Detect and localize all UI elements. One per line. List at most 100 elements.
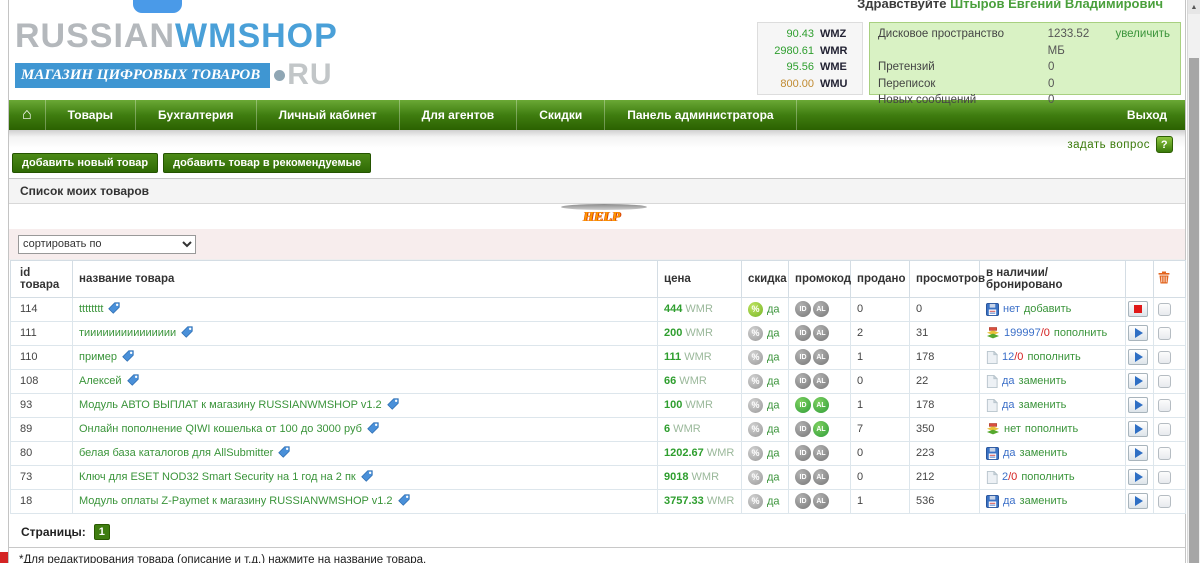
row-checkbox[interactable] — [1158, 350, 1171, 364]
help-link[interactable]: HELP — [561, 204, 647, 226]
stat-label: Переписок — [878, 77, 936, 90]
product-name-link[interactable]: пример — [79, 351, 117, 363]
promo-id-icon[interactable]: ID — [795, 373, 811, 389]
promo-al-icon[interactable]: AL — [813, 349, 829, 365]
promo-id-icon[interactable]: ID — [795, 301, 811, 317]
stock-action-link[interactable]: пополнить — [1027, 351, 1080, 363]
row-checkbox[interactable] — [1158, 374, 1171, 388]
stock-action-link[interactable]: добавить — [1024, 303, 1071, 315]
stock-action-link[interactable]: заменить — [1020, 447, 1068, 459]
discount-cell: % да — [741, 320, 789, 346]
nav-item-5[interactable]: Скидки — [517, 100, 606, 130]
document-icon — [986, 470, 998, 484]
tag-icon[interactable] — [126, 373, 139, 389]
stock-status: /0 — [1040, 327, 1050, 339]
home-icon[interactable]: ⌂ — [9, 100, 46, 130]
play-button[interactable] — [1128, 445, 1148, 461]
layers-icon — [986, 422, 1000, 436]
nav-item-4[interactable]: Для агентов — [400, 100, 518, 130]
row-checkbox[interactable] — [1158, 470, 1171, 484]
increase-link[interactable]: увеличить — [1115, 26, 1170, 59]
nav-item-1[interactable]: Товары — [46, 100, 137, 130]
stock-status: да — [1003, 495, 1016, 507]
row-checkbox[interactable] — [1158, 494, 1171, 508]
promo-al-icon[interactable]: AL — [813, 373, 829, 389]
nav-item-3[interactable]: Личный кабинет — [257, 100, 400, 130]
tag-icon[interactable] — [397, 493, 410, 509]
product-name-link[interactable]: Онлайн пополнение QIWI кошелька от 100 д… — [79, 423, 362, 435]
stat-row: Новых сообщений 0 — [878, 92, 1170, 109]
scrollbar-thumb[interactable] — [1189, 58, 1199, 563]
promo-id-icon[interactable]: ID — [795, 421, 811, 437]
price-value: 444 — [664, 303, 683, 315]
stop-button[interactable] — [1128, 301, 1148, 317]
promo-id-icon[interactable]: ID — [795, 493, 811, 509]
product-name-link[interactable]: Ключ для ESET NOD32 Smart Security на 1 … — [79, 471, 356, 483]
promo-al-icon[interactable]: AL — [813, 493, 829, 509]
tag-icon[interactable] — [367, 421, 379, 437]
stock-action-link[interactable]: заменить — [1019, 399, 1067, 411]
product-name-link[interactable]: Модуль оплаты Z-Paymet к магазину RUSSIA… — [79, 495, 393, 507]
row-checkbox[interactable] — [1158, 446, 1171, 460]
promo-id-icon[interactable]: ID — [795, 469, 811, 485]
play-button[interactable] — [1128, 325, 1148, 341]
play-button[interactable] — [1128, 373, 1148, 389]
add-product-button[interactable]: добавить новый товар — [12, 153, 159, 173]
promo-al-icon[interactable]: AL — [813, 397, 829, 413]
play-button[interactable] — [1128, 493, 1148, 509]
balance-box: 90.43 WMZ 2980.61 WMR 95.56 WME 800.00 WMU — [757, 22, 863, 95]
stock-action-link[interactable]: пополнить — [1025, 423, 1078, 435]
add-recommended-button[interactable]: добавить товар в рекомендуемые — [163, 153, 372, 173]
browser-tab-artifact — [133, 0, 182, 13]
action-cell — [1125, 392, 1154, 418]
row-checkbox[interactable] — [1158, 326, 1171, 340]
promo-al-icon[interactable]: AL — [813, 469, 829, 485]
tag-icon[interactable] — [181, 325, 193, 341]
trash-icon[interactable] — [1158, 271, 1170, 287]
tag-icon[interactable] — [122, 349, 134, 365]
promo-al-icon[interactable]: AL — [813, 325, 829, 341]
play-button[interactable] — [1128, 349, 1148, 365]
balance-code: WMU — [820, 77, 848, 90]
product-name-link[interactable]: Модуль АВТО ВЫПЛАТ к магазину RUSSIANWMS… — [79, 399, 382, 411]
tag-icon[interactable] — [108, 301, 121, 317]
nav-item-6[interactable]: Панель администратора — [605, 100, 797, 130]
play-button[interactable] — [1128, 469, 1148, 485]
stock-action-link[interactable]: нет — [1004, 423, 1021, 435]
play-button[interactable] — [1128, 421, 1148, 437]
stock-action-link[interactable]: заменить — [1019, 375, 1067, 387]
nav-item-2[interactable]: Бухгалтерия — [136, 100, 257, 130]
stat-row: Дисковое пространство 1233.52 МБ увеличить — [878, 26, 1170, 59]
action-cell — [1125, 488, 1154, 514]
product-name-link[interactable]: Алексей — [79, 375, 122, 387]
scrollbar[interactable]: ▲ — [1187, 0, 1200, 563]
promo-id-icon[interactable]: ID — [795, 325, 811, 341]
ask-question-link[interactable]: задать вопрос ? — [1067, 136, 1173, 153]
product-name-link[interactable]: тиииииииииииииии — [79, 327, 176, 339]
question-icon[interactable]: ? — [1156, 136, 1173, 153]
promo-al-icon[interactable]: AL — [813, 301, 829, 317]
tag-icon[interactable] — [360, 469, 373, 485]
promo-id-icon[interactable]: ID — [795, 349, 811, 365]
sort-select[interactable]: сортировать по — [18, 234, 196, 254]
page-number[interactable]: 1 — [93, 523, 110, 540]
promo-id-icon[interactable]: ID — [795, 445, 811, 461]
stock-action-link[interactable]: пополнить — [1054, 327, 1107, 339]
price-currency: WMR — [703, 495, 735, 507]
stock-action-link[interactable]: пополнить — [1021, 471, 1074, 483]
stock-action-link[interactable]: заменить — [1020, 495, 1068, 507]
tag-icon[interactable] — [386, 397, 399, 413]
tag-icon[interactable] — [278, 445, 290, 461]
product-name-link[interactable]: белая база каталогов для AllSubmitter — [79, 447, 273, 459]
play-button[interactable] — [1128, 397, 1148, 413]
promo-id-icon[interactable]: ID — [795, 397, 811, 413]
views-count: 178 — [909, 392, 980, 418]
promo-al-icon[interactable]: AL — [813, 421, 829, 437]
product-name-link[interactable]: tttttttt — [79, 303, 103, 315]
views-count: 22 — [909, 368, 980, 394]
row-checkbox[interactable] — [1158, 398, 1171, 412]
promo-al-icon[interactable]: AL — [813, 445, 829, 461]
scroll-up-icon[interactable]: ▲ — [1188, 0, 1200, 14]
row-checkbox[interactable] — [1158, 422, 1171, 436]
row-checkbox[interactable] — [1158, 302, 1171, 316]
